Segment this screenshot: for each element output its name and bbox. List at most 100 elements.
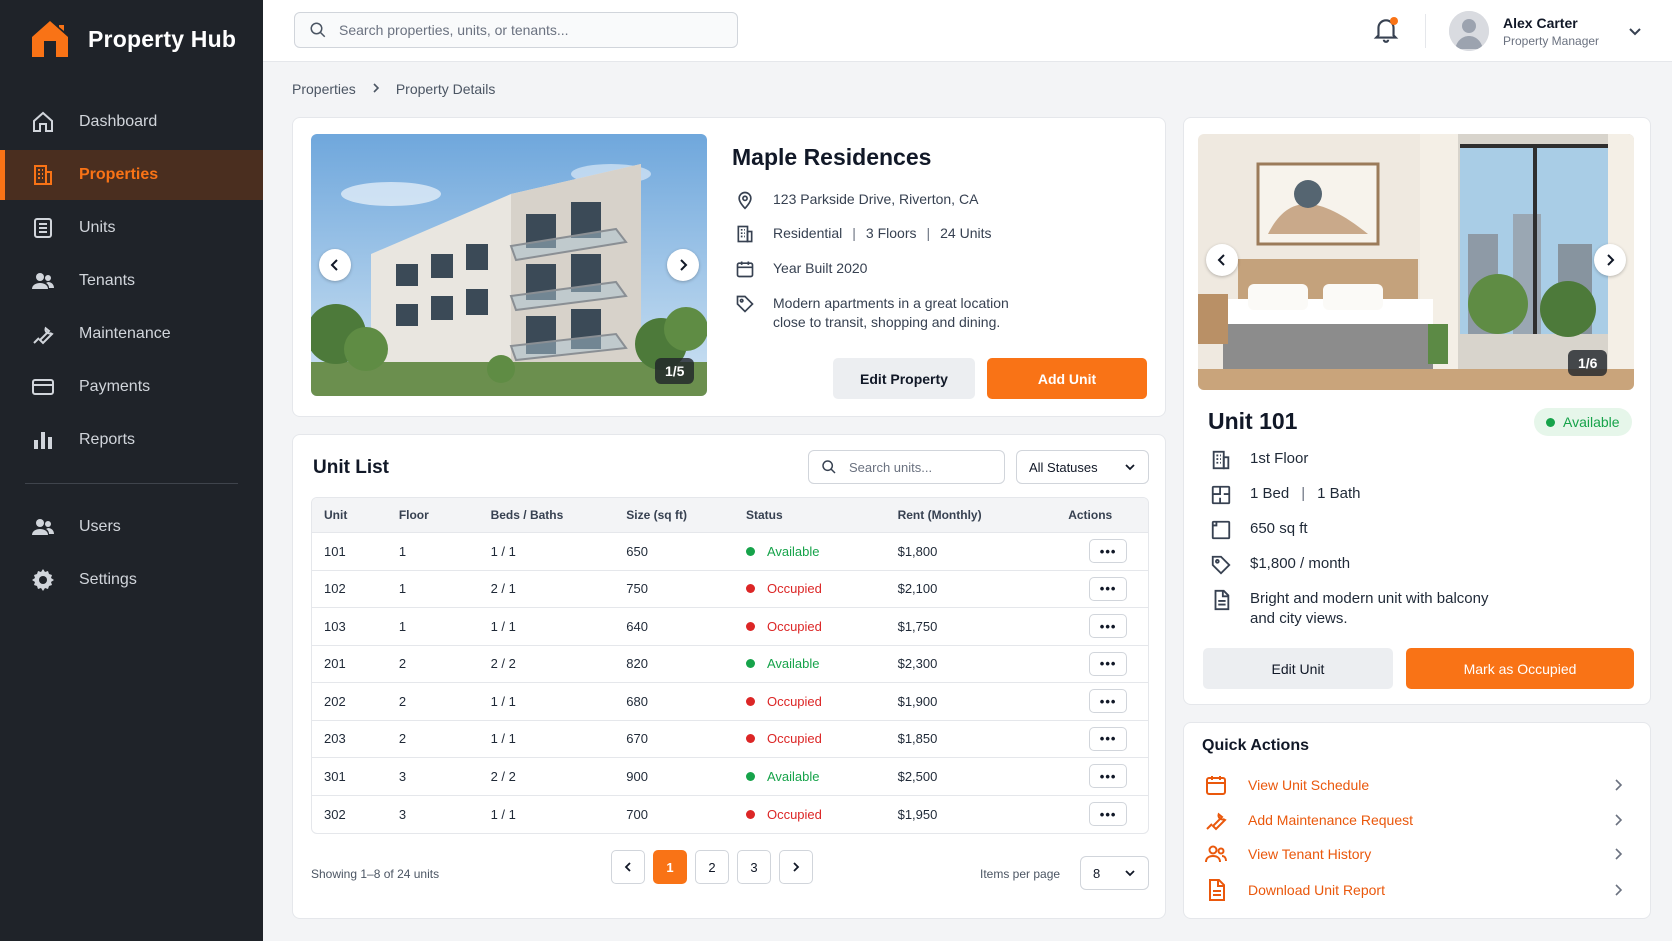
- rent-cell: $2,500: [897, 768, 938, 784]
- table-row[interactable]: 302 3 1 / 1 700 Occupied $1,950 •••: [312, 796, 1148, 834]
- page-button-2[interactable]: 2: [695, 850, 729, 884]
- sidebar-item-users[interactable]: Users: [0, 502, 263, 552]
- chevron-right-icon: [1615, 848, 1623, 860]
- unit-detail-card: 1/6 Unit 101 Available 1st Floor 1 Bed |…: [1183, 117, 1651, 705]
- table-row[interactable]: 102 1 2 / 1 750 Occupied $2,100 •••: [312, 571, 1148, 608]
- rent-text: $1,800 / month: [1250, 555, 1351, 572]
- sidebar: Property Hub Dashboard Properties Units …: [0, 0, 263, 941]
- actions-cell: •••: [1068, 539, 1148, 564]
- table-row[interactable]: 301 3 2 / 2 900 Available $2,500 •••: [312, 758, 1148, 796]
- unit-cell: 202: [324, 693, 346, 709]
- status-cell: Occupied: [745, 694, 898, 709]
- home-icon: [31, 110, 55, 134]
- size-cell: 700: [626, 806, 648, 822]
- status-filter-select[interactable]: All Statuses: [1016, 450, 1149, 484]
- floor-cell: 1: [398, 618, 407, 634]
- items-per-page-label: Items per page: [980, 867, 1061, 881]
- size-cell: 750: [626, 581, 648, 597]
- table-row[interactable]: 203 2 1 / 1 670 Occupied $1,850 •••: [312, 721, 1148, 758]
- user-menu[interactable]: Alex Carter Property Manager: [1449, 11, 1643, 51]
- row-actions-button[interactable]: •••: [1089, 689, 1128, 714]
- size-cell: 900: [626, 768, 648, 784]
- status-dot: [745, 734, 755, 744]
- column-header[interactable]: Size (sq ft): [626, 508, 746, 522]
- notifications-button[interactable]: [1373, 16, 1399, 44]
- unit-photo-prev[interactable]: [1206, 244, 1238, 276]
- column-header[interactable]: Beds / Baths: [491, 508, 627, 522]
- column-header[interactable]: Status: [746, 508, 898, 522]
- row-actions-button[interactable]: •••: [1089, 802, 1128, 827]
- status-text: Occupied: [766, 806, 822, 822]
- table-row[interactable]: 201 2 2 / 2 820 Available $2,300 •••: [312, 646, 1148, 683]
- breadcrumb-parent[interactable]: Properties: [292, 81, 356, 97]
- quick-action-download-report[interactable]: Download Unit Report: [1204, 878, 1634, 902]
- rent-cell: $1,800: [897, 543, 938, 559]
- tag-icon: [1211, 555, 1231, 575]
- property-photo-next[interactable]: [667, 249, 699, 281]
- prev-page-button[interactable]: [611, 850, 645, 884]
- search-input[interactable]: [339, 22, 699, 38]
- chevron-right-icon: [370, 81, 382, 97]
- status-cell: Available: [745, 656, 898, 671]
- quick-action-tenant-history[interactable]: View Tenant History: [1204, 842, 1634, 866]
- edit-unit-button[interactable]: Edit Unit: [1203, 648, 1393, 689]
- column-header[interactable]: Unit: [312, 508, 399, 522]
- unit-search-placeholder: Search units...: [849, 459, 933, 475]
- table-row[interactable]: 101 1 1 / 1 650 Available $1,800 •••: [312, 533, 1148, 571]
- building-icon: [1212, 450, 1230, 470]
- unit-title: Unit 101: [1208, 408, 1298, 434]
- app-logo[interactable]: Property Hub: [28, 17, 236, 61]
- table-body: 101 1 1 / 1 650 Available $1,800 ••• 102 1 2 / 1 7…: [312, 533, 1148, 833]
- sidebar-item-tenants[interactable]: Tenants: [0, 256, 263, 306]
- sidebar-item-settings[interactable]: Settings: [0, 555, 263, 605]
- actions-cell: •••: [1068, 689, 1148, 714]
- sidebar-item-reports[interactable]: Reports: [0, 415, 263, 465]
- quick-action-view-schedule[interactable]: View Unit Schedule: [1204, 773, 1634, 797]
- notification-dot: [1390, 17, 1398, 25]
- next-page-button[interactable]: [779, 850, 813, 884]
- row-actions-button[interactable]: •••: [1089, 539, 1128, 564]
- photo-counter: 1/6: [1568, 350, 1608, 376]
- unit-search-input[interactable]: Search units...: [808, 450, 1005, 484]
- quick-action-add-maintenance[interactable]: Add Maintenance Request: [1204, 808, 1634, 832]
- status-text: Occupied: [766, 618, 822, 634]
- search-icon: [310, 22, 326, 38]
- page-button-3[interactable]: 3: [737, 850, 771, 884]
- unit-photo-next[interactable]: [1594, 244, 1626, 276]
- status-text: Available: [1563, 414, 1620, 430]
- user-role: Property Manager: [1503, 33, 1600, 48]
- sidebar-item-dashboard[interactable]: Dashboard: [0, 97, 263, 147]
- chevron-right-icon: [1607, 254, 1615, 266]
- sidebar-item-properties[interactable]: Properties: [0, 150, 263, 200]
- sidebar-item-units[interactable]: Units: [0, 203, 263, 253]
- column-header[interactable]: Rent (Monthly): [898, 508, 1069, 522]
- items-per-page-select[interactable]: 8: [1080, 856, 1149, 890]
- status-dot: [745, 696, 755, 706]
- sidebar-item-payments[interactable]: Payments: [0, 362, 263, 412]
- page-button-1[interactable]: 1: [653, 850, 687, 884]
- property-type: Residential: [773, 225, 843, 241]
- table-row[interactable]: 202 2 1 / 1 680 Occupied $1,900 •••: [312, 683, 1148, 721]
- property-floors: 3 Floors: [865, 225, 917, 241]
- description-line: Bright and modern unit with balcony: [1250, 590, 1489, 607]
- size-cell: 670: [626, 731, 648, 747]
- beds-baths-cell: 1 / 1: [490, 731, 516, 747]
- status-cell: Occupied: [745, 731, 898, 747]
- row-actions-button[interactable]: •••: [1089, 764, 1128, 789]
- add-unit-button[interactable]: Add Unit: [987, 358, 1147, 399]
- property-photo-prev[interactable]: [319, 249, 351, 281]
- quick-action-label: View Tenant History: [1248, 846, 1372, 862]
- row-actions-button[interactable]: •••: [1089, 614, 1128, 639]
- row-actions-button[interactable]: •••: [1089, 576, 1128, 601]
- global-search[interactable]: [294, 12, 738, 48]
- table-row[interactable]: 103 1 1 / 1 640 Occupied $1,750 •••: [312, 608, 1148, 646]
- column-header[interactable]: Floor: [399, 508, 491, 522]
- sidebar-item-maintenance[interactable]: Maintenance: [0, 309, 263, 359]
- row-actions-button[interactable]: •••: [1089, 651, 1128, 676]
- row-actions-button[interactable]: •••: [1089, 726, 1128, 751]
- status-text: Occupied: [766, 731, 822, 747]
- location-pin-icon: [738, 191, 752, 210]
- floor-cell: 3: [398, 806, 407, 822]
- edit-property-button[interactable]: Edit Property: [833, 358, 975, 399]
- mark-occupied-button[interactable]: Mark as Occupied: [1406, 648, 1634, 689]
